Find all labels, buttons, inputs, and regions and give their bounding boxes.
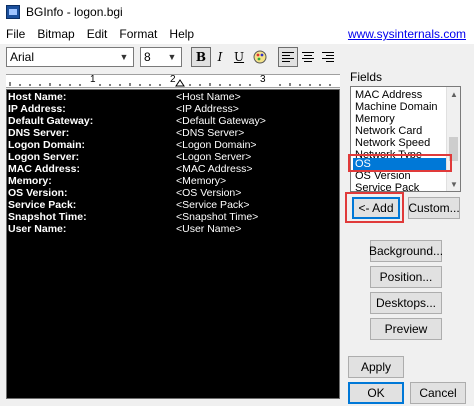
window-title: BGInfo - logon.bgi bbox=[26, 5, 123, 19]
editor-row: Logon Server: <Logon Server> bbox=[8, 151, 338, 163]
fields-label: Fields bbox=[350, 70, 383, 84]
menu-bitmap[interactable]: Bitmap bbox=[31, 27, 80, 41]
fields-scrollbar[interactable]: ▲ ▼ bbox=[446, 87, 460, 191]
align-center-button[interactable] bbox=[298, 47, 318, 67]
desktops-button[interactable]: Desktops... bbox=[370, 292, 442, 314]
info-editor[interactable]: Host Name: <Host Name> IP Address: <IP A… bbox=[6, 89, 340, 399]
editor-row-value: <Service Pack> bbox=[176, 199, 250, 211]
font-size-combo[interactable]: 8 ▼ bbox=[140, 47, 182, 67]
editor-row-label: Snapshot Time: bbox=[8, 211, 87, 223]
editor-row: DNS Server: <DNS Server> bbox=[8, 127, 338, 139]
list-item[interactable]: MAC Address bbox=[353, 89, 447, 101]
editor-row: MAC Address: <MAC Address> bbox=[8, 163, 338, 175]
editor-row-value: <Host Name> bbox=[176, 91, 241, 103]
editor-row-value: <DNS Server> bbox=[176, 127, 245, 139]
editor-row-value: <Snapshot Time> bbox=[176, 211, 259, 223]
editor-row-value: <MAC Address> bbox=[176, 163, 253, 175]
scroll-up-icon[interactable]: ▲ bbox=[447, 87, 460, 101]
list-item[interactable]: Network Card bbox=[353, 125, 447, 137]
align-left-button[interactable] bbox=[278, 47, 298, 67]
align-left-icon bbox=[282, 52, 294, 62]
font-name-combo[interactable]: Arial ▼ bbox=[6, 47, 134, 67]
background-button[interactable]: Background... bbox=[369, 240, 443, 262]
menu-edit[interactable]: Edit bbox=[81, 27, 114, 41]
title-bar: BGInfo - logon.bgi bbox=[0, 0, 474, 24]
editor-row-label: IP Address: bbox=[8, 103, 66, 115]
ruler: 1 2 3 bbox=[6, 74, 340, 88]
position-button[interactable]: Position... bbox=[370, 266, 442, 288]
italic-button[interactable]: I bbox=[210, 47, 230, 67]
editor-row-value: <Logon Server> bbox=[176, 151, 252, 163]
menu-file[interactable]: File bbox=[0, 27, 31, 41]
format-toolbar: Arial ▼ 8 ▼ B I U bbox=[0, 44, 474, 70]
menu-help[interactable]: Help bbox=[163, 27, 200, 41]
list-item[interactable]: Network Speed bbox=[353, 137, 447, 149]
ruler-number: 1 bbox=[90, 74, 96, 85]
tab-stop-marker[interactable] bbox=[175, 79, 185, 87]
fields-listbox[interactable]: MAC Address Machine Domain Memory Networ… bbox=[350, 86, 461, 192]
editor-row-label: MAC Address: bbox=[8, 163, 80, 175]
menu-format[interactable]: Format bbox=[113, 27, 163, 41]
editor-row-label: OS Version: bbox=[8, 187, 68, 199]
editor-row-label: Default Gateway: bbox=[8, 115, 94, 127]
editor-row-value: <Logon Domain> bbox=[176, 139, 257, 151]
align-right-button[interactable] bbox=[318, 47, 338, 67]
editor-row-value: <User Name> bbox=[176, 223, 242, 235]
sysinternals-link[interactable]: www.sysinternals.com bbox=[348, 27, 466, 41]
editor-row: Service Pack: <Service Pack> bbox=[8, 199, 338, 211]
preview-button[interactable]: Preview bbox=[370, 318, 442, 340]
editor-row: IP Address: <IP Address> bbox=[8, 103, 338, 115]
list-item[interactable]: Service Pack bbox=[353, 182, 447, 191]
ruler-number: 2 bbox=[170, 74, 176, 85]
editor-row: Memory: <Memory> bbox=[8, 175, 338, 187]
color-picker-button[interactable] bbox=[250, 47, 270, 67]
scroll-down-icon[interactable]: ▼ bbox=[447, 177, 460, 191]
color-palette-icon bbox=[253, 50, 267, 64]
menu-bar: File Bitmap Edit Format Help www.sysinte… bbox=[0, 24, 474, 44]
editor-row-label: Logon Server: bbox=[8, 151, 80, 163]
font-name-value: Arial bbox=[10, 50, 35, 64]
ruler-number: 3 bbox=[260, 74, 266, 85]
editor-row-label: User Name: bbox=[8, 223, 67, 235]
list-item[interactable]: Machine Domain bbox=[353, 101, 447, 113]
cancel-button[interactable]: Cancel bbox=[410, 382, 466, 404]
editor-row: OS Version: <OS Version> bbox=[8, 187, 338, 199]
editor-row-label: Memory: bbox=[8, 175, 52, 187]
editor-row: Logon Domain: <Logon Domain> bbox=[8, 139, 338, 151]
align-center-icon bbox=[302, 52, 314, 62]
editor-row: Host Name: <Host Name> bbox=[8, 91, 338, 103]
apply-button[interactable]: Apply bbox=[348, 356, 404, 378]
bginfo-app-icon bbox=[6, 5, 20, 19]
underline-button[interactable]: U bbox=[229, 47, 249, 67]
editor-row-label: Host Name: bbox=[8, 91, 67, 103]
align-right-icon bbox=[322, 52, 334, 62]
editor-row-label: Logon Domain: bbox=[8, 139, 85, 151]
editor-row-value: <Memory> bbox=[176, 175, 227, 187]
editor-row: Snapshot Time: <Snapshot Time> bbox=[8, 211, 338, 223]
selection-highlight-box bbox=[348, 154, 452, 172]
chevron-down-icon[interactable]: ▼ bbox=[166, 51, 178, 63]
add-highlight-box bbox=[345, 192, 404, 223]
ok-button[interactable]: OK bbox=[348, 382, 404, 404]
editor-row-value: <OS Version> bbox=[176, 187, 242, 199]
bold-button[interactable]: B bbox=[191, 47, 211, 67]
editor-row-label: DNS Server: bbox=[8, 127, 70, 139]
custom-button[interactable]: Custom... bbox=[408, 197, 460, 219]
editor-row: Default Gateway: <Default Gateway> bbox=[8, 115, 338, 127]
editor-row-value: <IP Address> bbox=[176, 103, 239, 115]
font-size-value: 8 bbox=[144, 50, 151, 64]
editor-row-value: <Default Gateway> bbox=[176, 115, 266, 127]
chevron-down-icon[interactable]: ▼ bbox=[118, 51, 130, 63]
list-item[interactable]: Memory bbox=[353, 113, 447, 125]
editor-row-label: Service Pack: bbox=[8, 199, 77, 211]
editor-row: User Name: <User Name> bbox=[8, 223, 338, 235]
